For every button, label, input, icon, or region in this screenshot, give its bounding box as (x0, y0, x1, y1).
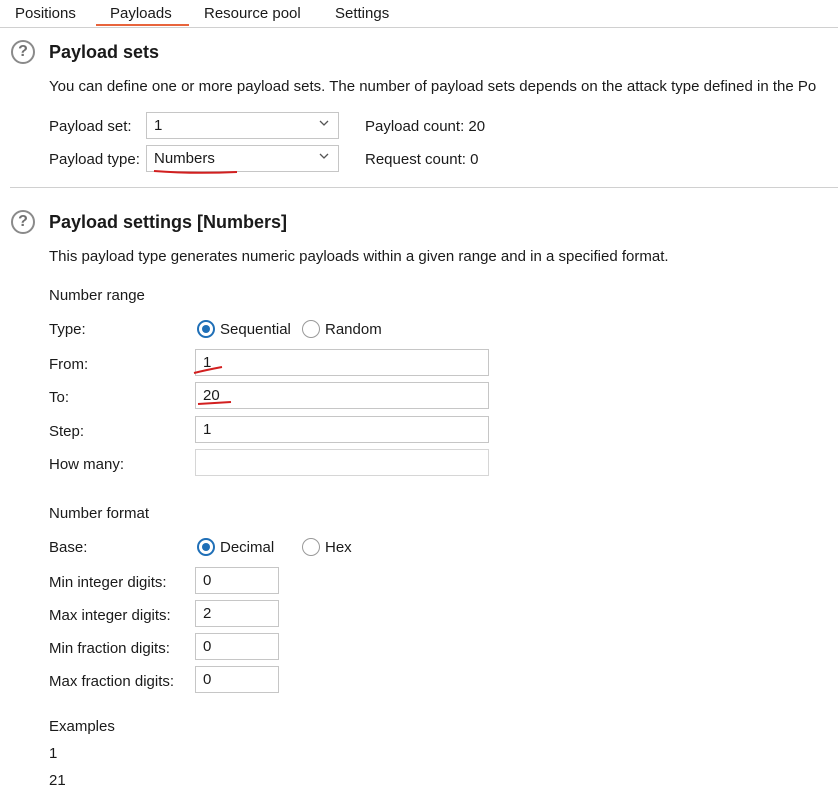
annotation-underline-mark (153, 170, 238, 174)
radio-random[interactable] (302, 320, 320, 338)
section-title-payload-sets: Payload sets (49, 42, 160, 62)
max-integer-digits-value: 2 (203, 605, 212, 622)
payload-set-value: 1 (154, 117, 163, 134)
step-value: 1 (203, 421, 212, 438)
from-label: From: (49, 356, 89, 373)
payload-set-select[interactable]: 1 (146, 112, 339, 139)
base-label: Base: (49, 539, 88, 556)
example-value: 21 (49, 772, 66, 789)
example-value: 1 (49, 745, 58, 762)
min-integer-digits-label: Min integer digits: (49, 574, 167, 591)
max-fraction-digits-field[interactable]: 0 (195, 666, 279, 693)
help-icon[interactable]: ? (11, 40, 35, 64)
annotation-underline-mark (193, 366, 223, 374)
section-title-payload-settings: Payload settings [Numbers] (49, 212, 288, 232)
max-integer-digits-label: Max integer digits: (49, 607, 171, 624)
radio-hex-label[interactable]: Hex (325, 539, 352, 556)
radio-hex[interactable] (302, 538, 320, 556)
help-icon[interactable]: ? (11, 210, 35, 234)
max-fraction-digits-value: 0 (203, 671, 212, 688)
to-label: To: (49, 389, 70, 406)
request-count: Request count: 0 (365, 151, 479, 168)
radio-decimal[interactable] (197, 538, 215, 556)
number-range-heading: Number range (49, 287, 145, 304)
type-label: Type: (49, 321, 86, 338)
examples-heading: Examples (49, 718, 115, 735)
radio-decimal-label[interactable]: Decimal (220, 539, 274, 556)
tab-payloads[interactable]: Payloads (110, 5, 172, 22)
payload-count: Payload count: 20 (365, 118, 486, 135)
max-fraction-digits-label: Max fraction digits: (49, 673, 175, 690)
active-tab-underline (96, 24, 189, 26)
chevron-down-icon (319, 120, 329, 126)
min-integer-digits-field[interactable]: 0 (195, 567, 279, 594)
how-many-label: How many: (49, 456, 125, 473)
payload-type-label: Payload type: (49, 151, 140, 168)
from-field[interactable]: 1 (195, 349, 489, 376)
min-integer-digits-value: 0 (203, 572, 212, 589)
payload-settings-description: This payload type generates numeric payl… (49, 248, 669, 265)
chevron-down-icon (319, 153, 329, 159)
min-fraction-digits-label: Min fraction digits: (49, 640, 170, 657)
radio-sequential[interactable] (197, 320, 215, 338)
payload-set-label: Payload set: (49, 118, 132, 135)
number-format-heading: Number format (49, 505, 150, 522)
tab-resource-pool[interactable]: Resource pool (204, 5, 301, 22)
section-divider (10, 187, 838, 188)
max-integer-digits-field[interactable]: 2 (195, 600, 279, 627)
how-many-field[interactable] (195, 449, 489, 476)
radio-sequential-label[interactable]: Sequential (220, 321, 291, 338)
tab-positions[interactable]: Positions (15, 5, 76, 22)
payload-sets-description: You can define one or more payload sets.… (49, 78, 817, 95)
tab-bar: Positions Payloads Resource pool Setting… (0, 0, 838, 28)
payload-type-value: Numbers (154, 150, 215, 167)
step-field[interactable]: 1 (195, 416, 489, 443)
annotation-underline-mark (197, 401, 232, 405)
step-label: Step: (49, 423, 85, 440)
min-fraction-digits-field[interactable]: 0 (195, 633, 279, 660)
to-field[interactable]: 20 (195, 382, 489, 409)
min-fraction-digits-value: 0 (203, 638, 212, 655)
radio-random-label[interactable]: Random (325, 321, 382, 338)
tab-settings[interactable]: Settings (335, 5, 389, 22)
